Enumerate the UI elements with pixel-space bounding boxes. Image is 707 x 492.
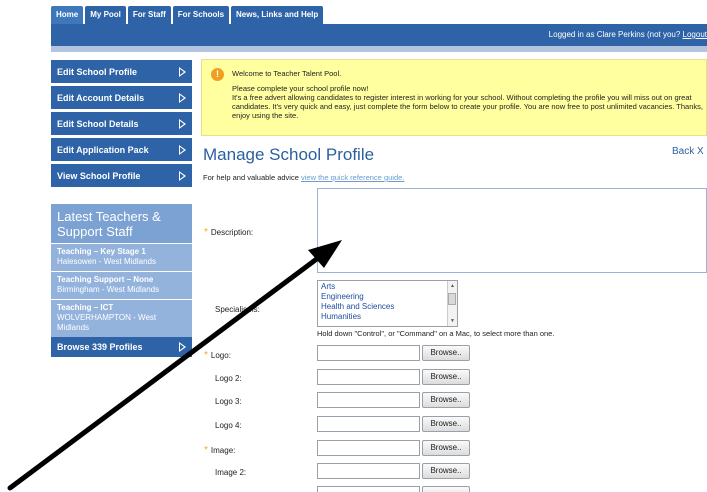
specialisms-select[interactable]: Arts Engineering Health and Sciences Hum… [317,280,458,327]
teacher-location: Halesowen - West Midlands [57,257,157,266]
notice-body: It's a free advert allowing candidates t… [232,93,703,120]
logo2-file-input[interactable] [317,369,420,385]
image3-browse-button[interactable] [422,486,470,492]
specialism-option[interactable]: Humanities [321,312,454,322]
logo-file-input[interactable] [317,345,420,361]
image2-label: Image 2: [215,468,247,477]
image-label-text: Image: [210,446,236,455]
main-nav-tabs: Home My Pool For Staff For Schools News,… [51,6,324,24]
logo3-file-input[interactable] [317,392,420,408]
arrow-right-icon [179,342,186,352]
logo-label-text: Logo: [210,351,231,360]
info-icon: ! [211,68,224,81]
specialisms-label: Specialisms: [215,305,260,314]
sidebar-item-edit-application-pack[interactable]: Edit Application Pack [51,138,192,161]
teacher-item[interactable]: Teaching – ICT WOLVERHAMPTON - West Midla… [51,299,192,337]
sidebar-item-edit-account-details[interactable]: Edit Account Details [51,86,192,109]
back-button[interactable]: Back X [672,146,704,157]
browse-profiles-button[interactable]: Browse 339 Profiles [51,337,192,357]
arrow-right-icon [179,92,186,103]
required-star-icon: * [204,227,208,238]
quick-reference-link[interactable]: view the quick reference guide. [301,173,404,182]
teacher-title: Teaching Support – None [57,275,154,284]
sidebar-item-view-school-profile[interactable]: View School Profile [51,164,192,187]
logo4-label: Logo 4: [215,421,242,430]
logo2-browse-button[interactable]: Browse.. [422,369,470,385]
latest-teachers-heading: Latest Teachers & Support Staff [57,209,161,239]
help-prefix: For help and valuable advice [203,173,301,182]
image2-file-input[interactable] [317,463,420,479]
description-label: * Description: [204,227,253,238]
sidebar-item-label: Edit School Details [57,118,139,129]
multi-select-hint: Hold down "Control", or "Command" on a M… [317,329,555,338]
image3-file-input[interactable] [317,486,420,492]
login-status: Logged in as Clare Perkins (not you? Log… [549,30,707,39]
arrow-right-icon [179,66,186,77]
description-label-text: Description: [210,228,254,237]
arrow-right-icon [179,170,186,181]
page-title: Manage School Profile [203,145,375,164]
latest-teachers-panel: Latest Teachers & Support Staff Teaching… [51,204,192,357]
notice-line1: Please complete your school profile now! [232,84,369,93]
logo2-label: Logo 2: [215,374,242,383]
tab-for-schools[interactable]: For Schools [172,6,230,24]
tab-for-staff[interactable]: For Staff [127,6,171,24]
teacher-title: Teaching – Key Stage 1 [57,247,146,256]
logo4-browse-button[interactable]: Browse.. [422,416,470,432]
welcome-notice: ! Welcome to Teacher Talent Pool. Please… [201,59,707,136]
help-text: For help and valuable advice view the qu… [203,173,404,182]
top-tab-bar: Home My Pool For Staff For Schools News,… [0,0,707,24]
tab-home[interactable]: Home [51,6,84,24]
teacher-item[interactable]: Teaching Support – None Birmingham - West… [51,271,192,299]
sidebar-item-edit-school-profile[interactable]: Edit School Profile [51,60,192,83]
image-browse-button[interactable]: Browse.. [422,440,470,456]
tab-news-links-help[interactable]: News, Links and Help [231,6,324,24]
logo-label: * Logo: [204,350,231,361]
sidebar-item-edit-school-details[interactable]: Edit School Details [51,112,192,135]
specialism-option[interactable]: Arts [321,282,454,292]
arrow-right-icon [179,144,186,155]
scrollbar-thumb[interactable] [448,293,456,305]
sidebar-item-label: Edit Account Details [57,92,145,103]
teacher-item[interactable]: Teaching – Key Stage 1 Halesowen - West M… [51,243,192,271]
logo3-browse-button[interactable]: Browse.. [422,392,470,408]
description-textarea[interactable] [317,188,707,273]
arrow-right-icon [179,118,186,129]
image-file-input[interactable] [317,440,420,456]
header-bar: Logged in as Clare Perkins (not you? Log… [51,24,707,46]
logo4-file-input[interactable] [317,416,420,432]
sidebar-item-label: Edit School Profile [57,66,138,77]
sidebar: Edit School Profile Edit Account Details… [51,60,192,357]
teacher-location: Birmingham - West Midlands [57,285,160,294]
teacher-title: Teaching – ICT [57,303,114,312]
required-star-icon: * [204,445,208,456]
logout-link[interactable]: Logout [683,30,707,39]
required-star-icon: * [204,350,208,361]
teacher-location: WOLVERHAMPTON - West Midlands [57,313,157,332]
select-scrollbar[interactable] [447,281,457,326]
login-text: Logged in as Clare Perkins (not you? [548,30,683,39]
header-shadow [51,46,707,52]
specialism-option[interactable]: Engineering [321,292,454,302]
image-label: * Image: [204,445,235,456]
browse-profiles-label: Browse 339 Profiles [57,342,143,352]
notice-welcome: Welcome to Teacher Talent Pool. [232,69,342,78]
specialism-option[interactable]: Health and Sciences [321,302,454,312]
sidebar-item-label: Edit Application Pack [57,144,149,155]
image2-browse-button[interactable]: Browse.. [422,463,470,479]
tab-my-pool[interactable]: My Pool [85,6,126,24]
sidebar-item-label: View School Profile [57,170,141,181]
logo-browse-button[interactable]: Browse.. [422,345,470,361]
logo3-label: Logo 3: [215,397,242,406]
